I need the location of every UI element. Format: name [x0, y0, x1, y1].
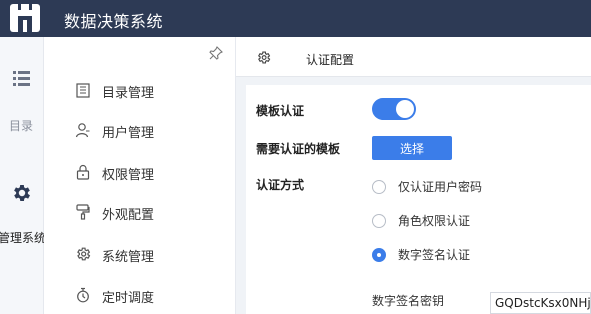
sidebar-item-label: 用户管理: [102, 126, 155, 141]
sidebar-item-appearance-config[interactable]: 外观配置: [44, 197, 236, 227]
module-rail: 目录 管理系统: [0, 37, 46, 314]
radio-label: 数字签名认证: [398, 248, 471, 262]
template-auth-toggle[interactable]: [372, 98, 416, 120]
auth-option-role[interactable]: 角色权限认证: [372, 212, 470, 229]
sidebar-item-label: 外观配置: [102, 208, 155, 223]
app-title: 数据决策系统: [64, 12, 164, 31]
page-header: 认证配置: [236, 37, 591, 77]
lock-icon: [75, 164, 91, 180]
sidebar-item-directory-management[interactable]: 目录管理: [44, 75, 236, 105]
user-icon: [75, 122, 91, 138]
signature-key-label: 数字签名密钥: [372, 294, 445, 308]
auth-method-label: 认证方式: [256, 178, 305, 192]
sidebar-submenu: 目录管理 用户管理 权限管理 外观配置 系统管理 定时调度: [44, 37, 236, 314]
pin-icon[interactable]: [208, 45, 224, 61]
templates-label: 需要认证的模板: [256, 142, 341, 156]
rail-label-directory: 目录: [9, 119, 34, 133]
main-content: 认证配置 模板认证 需要认证的模板 选择 认证方式 仅认证用户密码 角色权限认证…: [236, 37, 591, 314]
auth-option-password[interactable]: 仅认证用户密码: [372, 178, 482, 195]
auth-config-panel: 模板认证 需要认证的模板 选择 认证方式 仅认证用户密码 角色权限认证 数字签名…: [246, 85, 591, 314]
select-templates-button[interactable]: 选择: [372, 136, 452, 160]
list-icon: [13, 71, 30, 86]
sidebar-item-label: 定时调度: [102, 291, 155, 306]
template-auth-label: 模板认证: [256, 104, 305, 118]
radio-button[interactable]: [372, 247, 386, 262]
sidebar-item-label: 系统管理: [102, 250, 155, 265]
rail-label-system-management: 管理系统: [0, 231, 47, 245]
radio-label: 角色权限认证: [398, 214, 471, 228]
rail-item-directory[interactable]: 目录: [0, 69, 44, 133]
radio-button[interactable]: [372, 213, 386, 228]
paint-roller-icon: [75, 204, 91, 220]
sidebar-item-user-management[interactable]: 用户管理: [44, 115, 236, 145]
app-logo[interactable]: [10, 4, 40, 32]
auth-option-signature[interactable]: 数字签名认证: [372, 246, 470, 263]
top-bar: 数据决策系统: [0, 0, 591, 37]
radio-button[interactable]: [372, 179, 386, 194]
directory-icon: [75, 82, 91, 98]
stopwatch-icon: [75, 287, 91, 303]
sidebar-item-system-management[interactable]: 系统管理: [44, 239, 236, 269]
sidebar-item-permission-management[interactable]: 权限管理: [44, 157, 236, 187]
sidebar-item-label: 权限管理: [102, 168, 155, 183]
sidebar-item-label: 目录管理: [102, 86, 155, 101]
gear-icon: [75, 246, 91, 262]
page-title: 认证配置: [306, 53, 355, 67]
toggle-knob: [396, 100, 414, 118]
signature-key-input[interactable]: [490, 292, 591, 314]
gear-icon: [14, 185, 30, 201]
radio-label: 仅认证用户密码: [398, 180, 483, 194]
gear-icon: [258, 51, 271, 64]
sidebar-item-scheduling[interactable]: 定时调度: [44, 280, 236, 310]
rail-item-system-management[interactable]: 管理系统: [0, 182, 46, 245]
